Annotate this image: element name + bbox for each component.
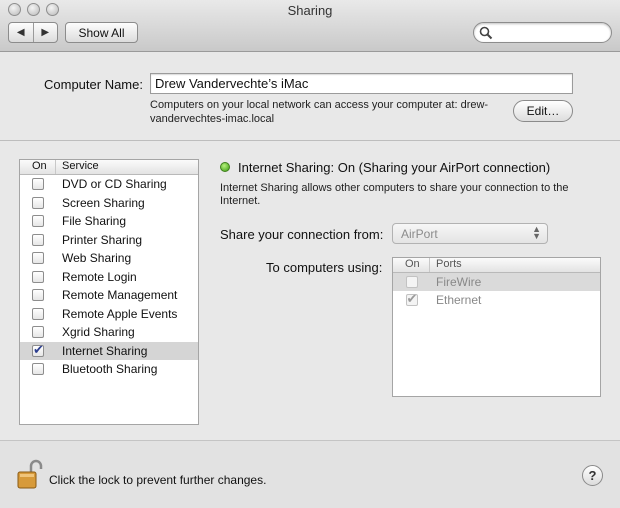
back-arrow-icon: ◀	[16, 27, 25, 38]
service-row[interactable]: Web Sharing	[20, 249, 198, 268]
service-checkbox-cell	[20, 326, 56, 339]
titlebar: Sharing ◀ ▶ Show All	[0, 0, 620, 52]
service-checkbox-cell	[20, 252, 56, 265]
share-from-value: AirPort	[401, 227, 438, 241]
share-from-popup[interactable]: AirPort ▲ ▼	[392, 223, 548, 244]
popup-arrows-icon: ▲ ▼	[532, 224, 541, 241]
service-list-header: On Service	[20, 160, 198, 175]
service-row[interactable]: Remote Login	[20, 268, 198, 287]
status-indicator-icon	[220, 162, 230, 172]
on-column-header[interactable]: On	[20, 160, 56, 174]
service-checkbox[interactable]	[32, 363, 44, 376]
service-label: Remote Login	[62, 269, 137, 284]
service-row[interactable]: DVD or CD Sharing	[20, 175, 198, 194]
service-row[interactable]: Screen Sharing	[20, 194, 198, 213]
service-row[interactable]: Xgrid Sharing	[20, 323, 198, 342]
service-row[interactable]: Remote Apple Events	[20, 305, 198, 324]
back-forward-control: ◀ ▶	[8, 22, 58, 43]
forward-arrow-icon: ▶	[41, 27, 50, 38]
service-checkbox-cell	[20, 342, 56, 358]
ports-list: On Ports FireWire Ethernet	[392, 257, 601, 397]
service-row[interactable]: Bluetooth Sharing	[20, 360, 198, 379]
service-checkbox-cell	[20, 215, 56, 228]
open-lock-icon[interactable]	[17, 458, 43, 490]
service-label: Remote Apple Events	[62, 306, 178, 321]
service-checkbox[interactable]	[32, 233, 44, 246]
service-label: Bluetooth Sharing	[62, 362, 158, 377]
service-checkbox[interactable]	[32, 196, 44, 209]
service-checkbox-cell	[20, 307, 56, 320]
search-field[interactable]	[473, 22, 612, 43]
to-computers-label: To computers using:	[266, 260, 383, 275]
share-from-label: Share your connection from:	[220, 227, 384, 242]
service-label: File Sharing	[62, 214, 127, 229]
service-checkbox-cell	[20, 363, 56, 376]
magnifier-icon	[479, 26, 493, 40]
lock-message: Click the lock to prevent further change…	[49, 473, 267, 487]
service-label: Screen Sharing	[62, 195, 145, 210]
service-label: DVD or CD Sharing	[62, 177, 167, 192]
service-column-header[interactable]: Service	[56, 160, 99, 174]
port-row[interactable]: FireWire	[393, 273, 600, 291]
back-button[interactable]: ◀	[9, 23, 33, 42]
computer-name-description: Computers on your local network can acce…	[150, 99, 489, 125]
footer-bar: Click the lock to prevent further change…	[0, 440, 620, 508]
service-checkbox[interactable]	[32, 289, 44, 302]
computer-name-section: Computer Name: Drew Vandervechte’s iMac …	[0, 53, 620, 141]
service-row[interactable]: File Sharing	[20, 212, 198, 231]
ports-list-header: On Ports	[393, 258, 600, 273]
window-title: Sharing	[287, 3, 333, 18]
service-label: Web Sharing	[62, 251, 132, 266]
service-checkbox[interactable]	[32, 342, 44, 358]
edit-button[interactable]: Edit…	[513, 100, 573, 122]
service-list: On Service DVD or CD Sharing Screen Shari…	[19, 159, 199, 425]
port-checkbox-cell	[393, 291, 430, 307]
service-label: Internet Sharing	[62, 343, 148, 358]
ports-on-column-header[interactable]: On	[393, 258, 430, 272]
service-checkbox[interactable]	[32, 178, 44, 191]
service-checkbox[interactable]	[32, 252, 44, 265]
service-label: Xgrid Sharing	[62, 325, 135, 340]
forward-button[interactable]: ▶	[32, 23, 58, 42]
service-row[interactable]: Internet Sharing	[20, 341, 198, 360]
port-label: Ethernet	[436, 293, 482, 307]
service-checkbox-cell	[20, 178, 56, 191]
computer-name-field[interactable]: Drew Vandervechte’s iMac	[150, 73, 573, 94]
service-checkbox[interactable]	[32, 307, 44, 320]
service-label: Remote Management	[62, 288, 178, 303]
port-checkbox-cell	[393, 276, 430, 288]
service-row[interactable]: Remote Management	[20, 286, 198, 305]
service-checkbox-cell	[20, 196, 56, 209]
sharing-window: Sharing ◀ ▶ Show All Computer Name: Drew…	[0, 0, 620, 508]
service-checkbox[interactable]	[32, 270, 44, 283]
port-row[interactable]: Ethernet	[393, 291, 600, 309]
service-checkbox[interactable]	[32, 215, 44, 228]
status-text: Internet Sharing: On (Sharing your AirPo…	[238, 160, 551, 175]
port-label: FireWire	[436, 275, 482, 289]
service-checkbox[interactable]	[32, 326, 44, 339]
help-button[interactable]: ?	[582, 465, 603, 486]
ports-column-header[interactable]: Ports	[430, 258, 462, 272]
service-checkbox-cell	[20, 289, 56, 302]
service-checkbox-cell	[20, 270, 56, 283]
port-checkbox[interactable]	[405, 276, 418, 288]
computer-name-label: Computer Name:	[44, 77, 143, 92]
port-checkbox[interactable]	[405, 291, 418, 307]
service-checkbox-cell	[20, 233, 56, 246]
service-row[interactable]: Printer Sharing	[20, 231, 198, 250]
status-description: Internet Sharing allows other computers …	[220, 182, 569, 207]
service-label: Printer Sharing	[62, 232, 143, 247]
show-all-button[interactable]: Show All	[65, 22, 138, 43]
